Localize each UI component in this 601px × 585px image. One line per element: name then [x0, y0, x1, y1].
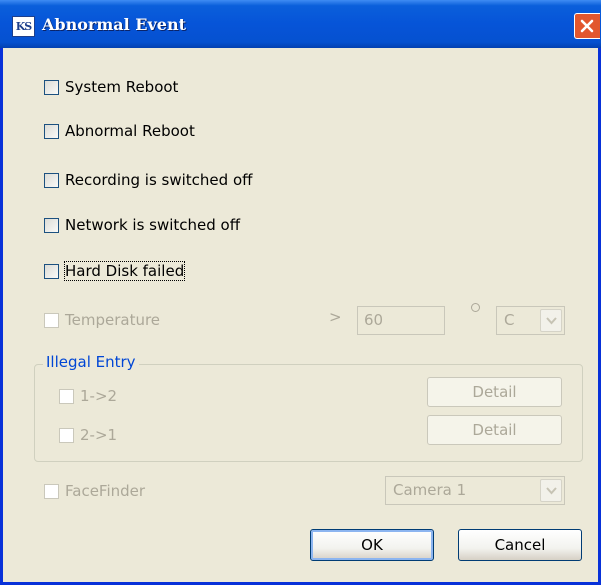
- camera-select-value: Camera 1: [393, 481, 467, 499]
- checkbox-label: Recording is switched off: [65, 171, 253, 189]
- checkbox-box[interactable]: [44, 123, 59, 139]
- checkbox-facefinder[interactable]: FaceFinder: [44, 480, 145, 502]
- app-logo-icon: KS: [12, 16, 35, 37]
- checkbox-entry-2-to-1[interactable]: 2->1: [59, 424, 117, 446]
- window-title: Abnormal Event: [42, 15, 186, 34]
- checkbox-box[interactable]: [44, 263, 59, 279]
- checkbox-recording-switched-off[interactable]: Recording is switched off: [44, 169, 252, 191]
- checkbox-label: Temperature: [65, 311, 161, 329]
- checkbox-label: Network is switched off: [65, 216, 241, 234]
- checkbox-box[interactable]: [44, 483, 59, 499]
- close-button[interactable]: [574, 13, 600, 39]
- checkbox-box[interactable]: [44, 217, 59, 233]
- degree-symbol-icon: [471, 303, 480, 312]
- camera-select[interactable]: Camera 1: [385, 476, 565, 505]
- detail-button-2-to-1[interactable]: Detail: [427, 415, 562, 445]
- temperature-threshold-input[interactable]: 60: [357, 306, 445, 335]
- temperature-unit-select[interactable]: C: [496, 306, 565, 335]
- checkbox-entry-1-to-2[interactable]: 1->2: [59, 385, 117, 407]
- checkbox-hard-disk-failed[interactable]: Hard Disk failed: [44, 260, 186, 282]
- checkbox-box[interactable]: [59, 427, 74, 443]
- cancel-button[interactable]: Cancel: [458, 529, 582, 561]
- checkbox-label: 2->1: [80, 426, 118, 444]
- dropdown-button[interactable]: [540, 309, 562, 332]
- checkbox-label: FaceFinder: [65, 482, 146, 500]
- checkbox-temperature[interactable]: Temperature: [44, 309, 160, 331]
- checkbox-label: Abnormal Reboot: [65, 122, 195, 140]
- illegal-entry-title: Illegal Entry: [43, 353, 139, 371]
- checkbox-label: System Reboot: [65, 78, 179, 96]
- temperature-unit-value: C: [504, 311, 515, 329]
- chevron-down-icon: [546, 317, 557, 325]
- checkbox-box[interactable]: [44, 312, 59, 328]
- checkbox-label: Hard Disk failed: [63, 261, 186, 281]
- detail-button-1-to-2[interactable]: Detail: [427, 377, 562, 407]
- temperature-comparator: >: [329, 308, 342, 326]
- checkbox-label: 1->2: [80, 387, 118, 405]
- title-bar[interactable]: KS Abnormal Event: [0, 0, 601, 48]
- checkbox-network-switched-off[interactable]: Network is switched off: [44, 214, 240, 236]
- chevron-down-icon: [546, 487, 557, 495]
- checkbox-box[interactable]: [59, 388, 74, 404]
- checkbox-abnormal-reboot[interactable]: Abnormal Reboot: [44, 120, 195, 142]
- ok-button[interactable]: OK: [310, 529, 434, 561]
- checkbox-box[interactable]: [44, 79, 59, 95]
- checkbox-system-reboot[interactable]: System Reboot: [44, 76, 178, 98]
- checkbox-box[interactable]: [44, 172, 59, 188]
- dropdown-button[interactable]: [540, 479, 562, 502]
- close-icon: [580, 19, 594, 33]
